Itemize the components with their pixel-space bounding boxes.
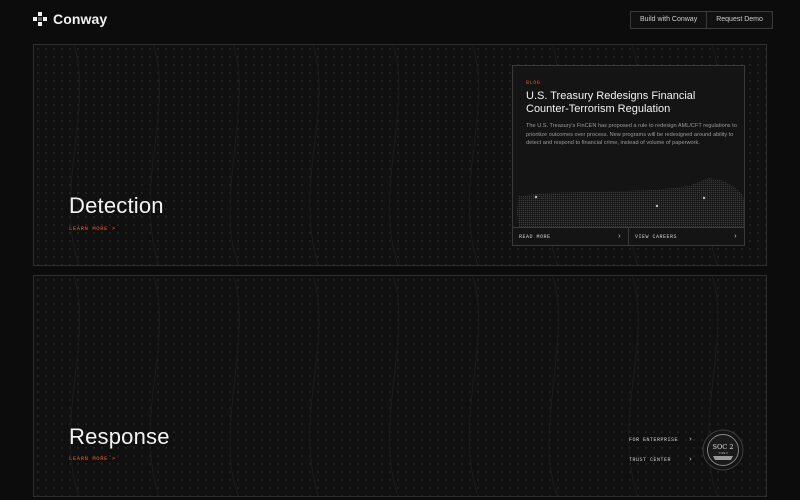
- for-enterprise-label: FOR ENTERPRISE: [629, 437, 679, 443]
- blog-card[interactable]: BLOG U.S. Treasury Redesigns Financial C…: [512, 65, 745, 246]
- chevron-right-icon: ›: [617, 233, 622, 241]
- response-title: Response: [69, 424, 170, 449]
- request-demo-button[interactable]: Request Demo: [706, 12, 772, 28]
- view-careers-label: VIEW CAREERS: [635, 234, 678, 240]
- site-header: Conway Build with Conway Request Demo: [0, 0, 800, 40]
- chevron-right-icon: ›: [688, 456, 693, 464]
- view-careers-button[interactable]: VIEW CAREERS ›: [628, 228, 744, 245]
- blog-actions: READ MORE › VIEW CAREERS ›: [513, 227, 744, 245]
- for-enterprise-link[interactable]: FOR ENTERPRISE ›: [629, 436, 693, 444]
- map-icon: [517, 178, 744, 228]
- read-more-label: READ MORE: [519, 234, 551, 240]
- trust-center-link[interactable]: TRUST CENTER ›: [629, 456, 693, 464]
- brand-name: Conway: [53, 11, 108, 27]
- logo[interactable]: Conway: [33, 11, 107, 27]
- soc2-type-label: TYPE II: [719, 451, 728, 455]
- detection-learn-more-link[interactable]: LEARN MORE >: [69, 225, 116, 232]
- detection-panel: Detection LEARN MORE > BLOG U.S. Treasur…: [33, 44, 767, 266]
- response-panel: Response LEARN MORE > FOR ENTERPRISE › T…: [33, 275, 767, 497]
- response-learn-more-link[interactable]: LEARN MORE >: [69, 455, 116, 462]
- chevron-right-icon: ›: [733, 233, 738, 241]
- blog-title[interactable]: U.S. Treasury Redesigns Financial Counte…: [526, 90, 736, 116]
- trust-center-label: TRUST CENTER: [629, 457, 672, 463]
- read-more-button[interactable]: READ MORE ›: [513, 228, 628, 245]
- wave-pattern: [69, 276, 719, 496]
- conway-logo-icon: [33, 12, 47, 26]
- soc2-label: SOC 2: [713, 443, 734, 451]
- detection-title: Detection: [69, 193, 164, 218]
- blog-tag: BLOG: [526, 80, 541, 86]
- blog-body: The U.S. Treasury's FinCEN has proposed …: [526, 123, 737, 146]
- chevron-right-icon: ›: [688, 436, 693, 444]
- header-actions: Build with Conway Request Demo: [630, 11, 773, 29]
- soc2-badge-icon[interactable]: SOC 2 TYPE II: [702, 429, 744, 471]
- build-with-conway-button[interactable]: Build with Conway: [631, 12, 706, 28]
